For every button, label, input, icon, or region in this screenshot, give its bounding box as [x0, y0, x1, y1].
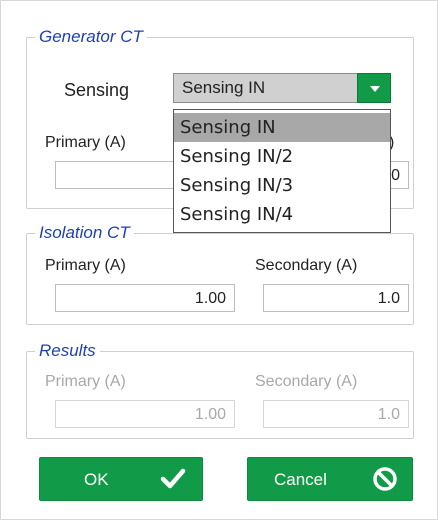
sensing-combobox[interactable]: Sensing IN [173, 73, 391, 103]
prohibited-icon [373, 467, 397, 491]
results-primary-value: 1.00 [55, 400, 235, 428]
isolation-secondary-label: Secondary (A) [255, 257, 358, 274]
isolation-primary-input[interactable]: 1.00 [55, 284, 235, 312]
results-secondary-label: Secondary (A) [255, 373, 358, 390]
generator-ct-legend: Generator CT [39, 27, 143, 46]
sensing-label: Sensing [64, 80, 130, 100]
cancel-button-label: Cancel [274, 470, 327, 489]
ok-button[interactable]: OK [39, 457, 203, 501]
dropdown-option-sensing-in-4[interactable]: Sensing IN/4 [174, 200, 390, 229]
sensing-selected-value: Sensing IN [182, 78, 266, 97]
check-icon [160, 468, 186, 489]
isolation-primary-label: Primary (A) [45, 257, 126, 274]
isolation-ct-legend: Isolation CT [39, 223, 130, 242]
chevron-down-icon [370, 86, 380, 92]
isolation-secondary-input[interactable]: 1.0 [263, 284, 409, 312]
ok-button-label: OK [84, 470, 109, 489]
ct-settings-dialog: Generator CT Sensing Sensing IN Primary … [0, 0, 438, 520]
dropdown-option-sensing-in-2[interactable]: Sensing IN/2 [174, 142, 390, 171]
dropdown-toggle-button[interactable] [357, 73, 391, 103]
results-secondary-value: 1.0 [263, 400, 409, 428]
cancel-button[interactable]: Cancel [247, 457, 413, 501]
sensing-dropdown-list: Sensing IN Sensing IN/2 Sensing IN/3 Sen… [173, 109, 391, 233]
dropdown-option-sensing-in-3[interactable]: Sensing IN/3 [174, 171, 390, 200]
results-legend: Results [39, 341, 96, 360]
dropdown-option-sensing-in[interactable]: Sensing IN [174, 113, 390, 142]
results-primary-label: Primary (A) [45, 373, 126, 390]
generator-primary-label: Primary (A) [45, 134, 126, 151]
